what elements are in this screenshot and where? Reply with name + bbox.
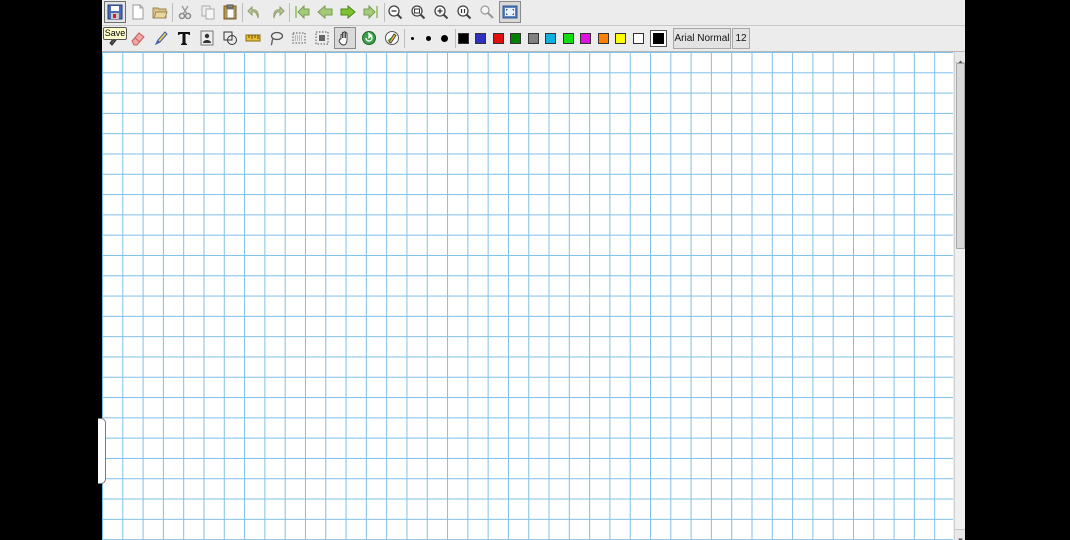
color-swatch-magenta[interactable] <box>580 33 591 44</box>
tools-toolbar: Arial Normal 12 <box>102 26 965 52</box>
color-swatch-yellow[interactable] <box>615 33 626 44</box>
color-swatch-white[interactable] <box>633 33 644 44</box>
vertical-scrollbar[interactable] <box>954 52 965 540</box>
toolbar-separator <box>242 3 243 22</box>
last-page-button[interactable] <box>360 1 382 23</box>
zoom-actual-icon <box>457 5 472 20</box>
color-swatch-green[interactable] <box>510 33 521 44</box>
arrow-down-icon <box>958 538 963 540</box>
toolbar-separator <box>455 29 456 48</box>
color-swatch-blue[interactable] <box>475 33 486 44</box>
main-toolbar <box>102 0 965 26</box>
fullscreen-icon <box>502 5 518 19</box>
recognize-pen-icon <box>385 31 399 45</box>
side-panel-handle[interactable] <box>98 418 106 484</box>
image-tool-button[interactable] <box>196 27 218 49</box>
select-region-button[interactable] <box>311 27 333 49</box>
zoom-tool-icon <box>480 5 494 19</box>
current-color-swatch[interactable] <box>650 30 667 47</box>
pen-size-large[interactable] <box>433 27 455 49</box>
lasso-tool-button[interactable] <box>265 27 287 49</box>
lasso-icon <box>270 31 284 46</box>
paste-button[interactable] <box>219 1 241 23</box>
redo-icon <box>273 5 285 19</box>
zoom-actual-button[interactable] <box>453 1 475 23</box>
scroll-up-arrow[interactable] <box>955 52 965 64</box>
image-icon <box>200 30 214 46</box>
font-size-button[interactable]: 12 <box>732 28 750 49</box>
zoom-in-icon <box>434 5 449 20</box>
first-page-button[interactable] <box>291 1 313 23</box>
copy-button[interactable] <box>197 1 219 23</box>
zoom-out-icon <box>388 5 403 20</box>
scrollbar-thumb[interactable] <box>956 63 965 249</box>
select-region-icon <box>315 31 329 45</box>
shapes-icon <box>223 31 237 45</box>
new-file-icon <box>132 4 144 20</box>
highlighter-tool-button[interactable] <box>150 27 172 49</box>
save-tooltip: Save <box>103 27 127 40</box>
zoom-tool-button[interactable] <box>476 1 498 23</box>
dot-small-icon <box>411 37 414 40</box>
new-file-button[interactable] <box>127 1 149 23</box>
eraser-tool-button[interactable] <box>127 27 149 49</box>
open-button[interactable] <box>149 1 171 23</box>
next-page-icon <box>340 4 356 20</box>
color-swatch-lime[interactable] <box>563 33 574 44</box>
save-icon <box>107 4 123 20</box>
zoom-fit-button[interactable] <box>407 1 429 23</box>
previous-page-icon <box>317 4 333 20</box>
cut-icon <box>178 5 192 20</box>
undo-button[interactable] <box>244 1 266 23</box>
color-swatch-cyan[interactable] <box>545 33 556 44</box>
color-swatch-orange[interactable] <box>598 33 609 44</box>
dot-large-icon <box>441 35 448 42</box>
paste-icon <box>223 4 237 20</box>
previous-page-button[interactable] <box>314 1 336 23</box>
cut-button[interactable] <box>174 1 196 23</box>
last-page-icon <box>363 4 378 20</box>
color-swatch-red[interactable] <box>493 33 504 44</box>
hand-icon <box>338 31 348 46</box>
text-tool-button[interactable] <box>173 27 195 49</box>
ruler-icon <box>245 34 261 42</box>
undo-icon <box>247 5 259 19</box>
copy-icon <box>201 5 215 20</box>
eraser-icon <box>131 32 145 46</box>
open-folder-icon <box>152 7 168 19</box>
color-swatch-gray[interactable] <box>528 33 539 44</box>
redo-button[interactable] <box>266 1 288 23</box>
journal-app-window: Arial Normal 12 <box>102 0 965 540</box>
save-button[interactable] <box>104 1 126 23</box>
scroll-down-arrow[interactable] <box>955 529 965 540</box>
toolbar-separator <box>289 3 290 22</box>
refresh-icon <box>362 31 376 45</box>
fullscreen-button[interactable] <box>499 1 521 23</box>
next-page-button[interactable] <box>337 1 359 23</box>
font-select-button[interactable]: Arial Normal <box>673 28 731 49</box>
zoom-out-button[interactable] <box>384 1 406 23</box>
first-page-icon <box>295 4 310 20</box>
shape-recognizer-button[interactable] <box>381 27 403 49</box>
text-icon <box>178 32 190 45</box>
select-rect-icon <box>292 32 306 44</box>
refresh-button[interactable] <box>358 27 380 49</box>
highlighter-icon <box>154 31 168 46</box>
dot-medium-icon <box>426 36 431 41</box>
ruler-tool-button[interactable] <box>242 27 264 49</box>
color-swatch-black[interactable] <box>458 33 469 44</box>
toolbar-separator <box>172 3 173 22</box>
hand-tool-button[interactable] <box>334 27 356 49</box>
shapes-tool-button[interactable] <box>219 27 241 49</box>
select-rectangle-button[interactable] <box>288 27 310 49</box>
zoom-fit-icon <box>411 5 426 20</box>
zoom-in-button[interactable] <box>430 1 452 23</box>
graph-paper-canvas[interactable] <box>102 52 953 540</box>
